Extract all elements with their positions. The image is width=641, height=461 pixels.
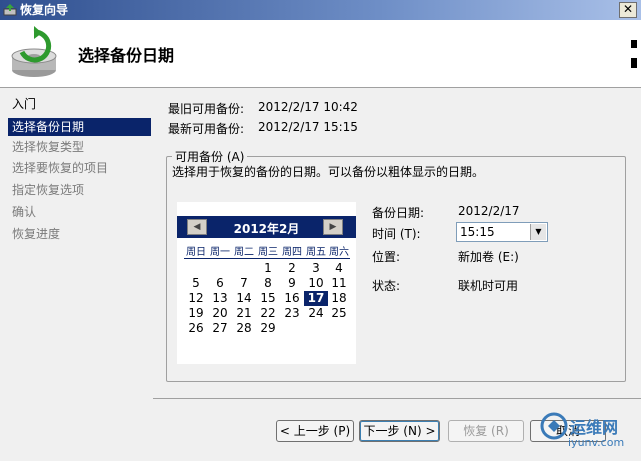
window-title: 恢复向导 [20,3,69,17]
calendar-day[interactable]: 3 [304,261,328,276]
status-value: 联机时可用 [458,279,519,293]
status-label: 状态: [372,279,401,293]
chevron-right-icon: ▶ [329,222,337,232]
calendar-weekday: 周三 [258,247,278,258]
calendar-day[interactable]: 21 [232,306,256,321]
calendar-weekday: 周一 [210,247,230,258]
calendar-divider [184,258,350,259]
watermark-text-cn: 运维网 [570,418,619,437]
next-button[interactable]: 下一步 (N) > [359,420,440,442]
site-watermark: 运维网 iyunv.com [540,412,640,460]
calendar-day[interactable]: 11 [327,276,351,291]
calendar-day[interactable]: 16 [280,291,304,306]
backup-app-icon [3,4,17,16]
calendar-day[interactable]: 7 [232,276,256,291]
back-button[interactable]: < 上一步 (P) [276,420,354,442]
watermark-text-en: iyunv.com [568,436,625,449]
calendar-day[interactable]: 1 [256,261,280,276]
calendar-day[interactable]: 27 [208,321,232,336]
calendar-day[interactable]: 18 [327,291,351,306]
location-label: 位置: [372,250,401,264]
time-label: 时间 (T): [372,227,421,241]
calendar-day[interactable]: 25 [327,306,351,321]
time-select-value: 15:15 [460,225,495,239]
scrollbar-marker [631,40,637,48]
recover-button[interactable]: 恢复 (R) [448,420,524,442]
calendar-day-selected[interactable]: 17 [304,291,328,306]
next-month-button[interactable]: ▶ [323,219,343,235]
wizard-steps-nav: 入门 选择备份日期 选择恢复类型 选择要恢复的项目 指定恢复选项 确认 恢复进度 [0,89,153,461]
title-bar: 恢复向导 ✕ [0,0,641,20]
calendar-day[interactable]: 6 [208,276,232,291]
calendar-day[interactable]: 14 [232,291,256,306]
calendar-day[interactable]: 20 [208,306,232,321]
nav-step-select-items: 选择要恢复的项目 [12,161,109,175]
available-backups-description: 选择用于恢复的备份的日期。可以备份以粗体显示的日期。 [172,165,485,179]
calendar-weekday: 周日 [186,247,206,258]
calendar-day[interactable]: 22 [256,306,280,321]
wizard-header: 选择备份日期 [0,20,641,88]
calendar-header: ◀ 2012年2月 ▶ [177,216,356,238]
backup-date-value: 2012/2/17 [458,204,520,218]
calendar-day[interactable]: 29 [256,321,280,336]
oldest-backup-label: 最旧可用备份: [168,102,245,116]
newest-backup-label: 最新可用备份: [168,122,245,136]
newest-backup-value: 2012/2/17 15:15 [258,120,358,134]
scrollbar-marker [631,58,637,68]
calendar-day[interactable]: 28 [232,321,256,336]
backup-calendar[interactable]: ◀ 2012年2月 ▶ 周日 周一 周二 周三 周四 周五 周六 1 2 3 4 5 6 7 8 9 10 11… [177,202,356,364]
calendar-day[interactable]: 13 [208,291,232,306]
nav-step-confirm: 确认 [12,205,37,219]
calendar-day[interactable]: 4 [327,261,351,276]
calendar-weekday: 周五 [306,247,326,258]
calendar-day[interactable]: 24 [304,306,328,321]
calendar-day[interactable]: 19 [184,306,208,321]
footer-divider [153,398,641,399]
calendar-day[interactable]: 26 [184,321,208,336]
close-button[interactable]: ✕ [619,2,637,18]
time-select[interactable]: 15:15 ▼ [456,222,548,242]
nav-step-select-backup-date: 选择备份日期 [8,118,151,136]
backup-date-label: 备份日期: [372,206,425,220]
calendar-weekday: 周二 [234,247,254,258]
dropdown-arrow-icon[interactable]: ▼ [530,224,546,240]
calendar-weekday: 周六 [329,247,349,258]
calendar-day[interactable]: 10 [304,276,328,291]
nav-step-getting-started: 入门 [12,97,37,111]
calendar-day[interactable]: 2 [280,261,304,276]
nav-step-select-recovery-type: 选择恢复类型 [12,140,85,154]
oldest-backup-value: 2012/2/17 10:42 [258,100,358,114]
calendar-day[interactable]: 15 [256,291,280,306]
location-value: 新加卷 (E:) [458,250,519,264]
nav-step-progress: 恢复进度 [12,227,61,241]
page-title: 选择备份日期 [78,46,175,65]
calendar-weekday: 周四 [282,247,302,258]
calendar-day[interactable]: 23 [280,306,304,321]
calendar-day[interactable]: 9 [280,276,304,291]
watermark-logo-icon [540,412,568,440]
calendar-day[interactable]: 8 [256,276,280,291]
nav-step-recovery-options: 指定恢复选项 [12,183,85,197]
calendar-day[interactable]: 12 [184,291,208,306]
calendar-day[interactable]: 5 [184,276,208,291]
close-icon: ✕ [622,2,634,16]
backup-restore-icon [11,26,57,77]
recovery-wizard-window: 恢复向导 ✕ 选择备份日期 入门 选择备份日期 选择恢复类型 选择要恢复的项目 … [0,0,641,461]
